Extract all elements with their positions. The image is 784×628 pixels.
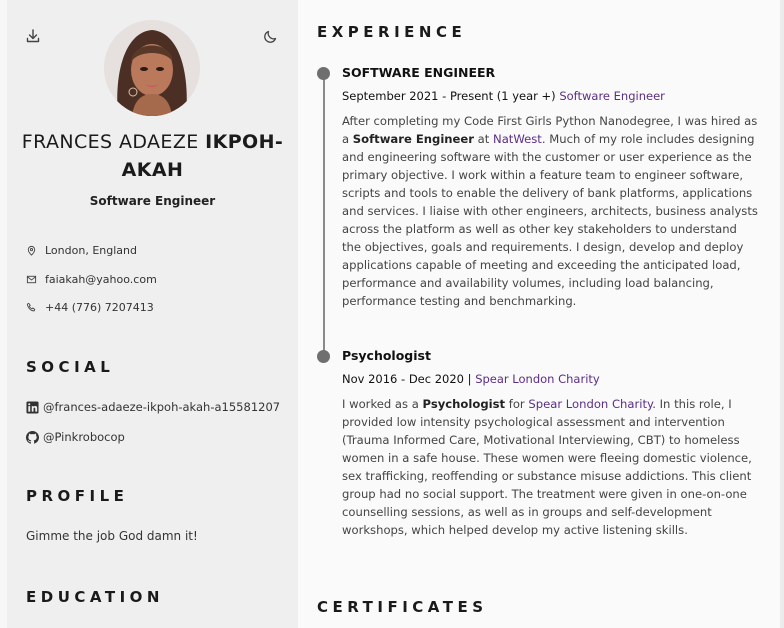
profile-heading: PROFILE xyxy=(26,487,129,505)
mail-icon xyxy=(26,275,37,284)
job-date: September 2021 - Present (1 year +) Soft… xyxy=(342,89,665,103)
contact-email[interactable]: faiakah@yahoo.com xyxy=(26,273,157,286)
desc-text: I worked as a xyxy=(342,397,423,411)
job-date-text: Nov 2016 - Dec 2020 | xyxy=(342,372,472,386)
desc-text: . In this role, I provided low intensity… xyxy=(342,397,752,537)
contact-email-text[interactable]: faiakah@yahoo.com xyxy=(45,273,157,286)
job-description: I worked as a Psychologist for Spear Lon… xyxy=(342,395,758,539)
job-role-link[interactable]: Software Engineer xyxy=(559,89,665,103)
desc-text: at xyxy=(474,132,494,146)
desc-bold: Psychologist xyxy=(422,397,506,411)
location-pin-icon xyxy=(27,245,36,256)
avatar xyxy=(104,20,200,116)
job-title: SOFTWARE ENGINEER xyxy=(342,65,496,80)
contact-location: London, England xyxy=(26,244,137,257)
social-github[interactable]: @Pinkrobocop xyxy=(26,430,125,444)
company-link[interactable]: Spear London Charity xyxy=(528,397,652,411)
job-date-text: September 2021 - Present (1 year +) xyxy=(342,89,556,103)
phone-icon xyxy=(26,302,36,312)
timeline-dot xyxy=(317,67,330,80)
timeline-line xyxy=(323,74,325,359)
sidebar: FRANCES ADAEZE IKPOH-AKAH Software Engin… xyxy=(7,0,298,628)
social-heading: SOCIAL xyxy=(26,358,115,376)
moon-icon[interactable] xyxy=(263,28,279,44)
contact-phone-text[interactable]: +44 (776) 7207413 xyxy=(45,301,154,314)
name-first: FRANCES ADAEZE xyxy=(21,131,199,153)
social-linkedin[interactable]: @frances-adaeze-ikpoh-akah-a15581207 xyxy=(26,400,280,414)
main-content: EXPERIENCE SOFTWARE ENGINEER September 2… xyxy=(298,0,780,628)
contact-phone[interactable]: +44 (776) 7207413 xyxy=(26,301,154,314)
desc-text: . Much of my role includes designing and… xyxy=(342,132,758,308)
job-description: After completing my Code First Girls Pyt… xyxy=(342,112,758,310)
download-icon[interactable] xyxy=(25,28,41,44)
company-link[interactable]: NatWest xyxy=(493,132,542,146)
education-heading: EDUCATION xyxy=(26,588,164,606)
person-name: FRANCES ADAEZE IKPOH-AKAH xyxy=(7,128,298,184)
page-edge xyxy=(780,0,784,628)
company-link[interactable]: Spear London Charity xyxy=(475,372,600,386)
github-icon xyxy=(26,430,39,444)
job-title: Psychologist xyxy=(342,348,431,363)
profile-text: Gimme the job God damn it! xyxy=(26,529,198,543)
job-role: Software Engineer xyxy=(89,194,216,208)
experience-heading: EXPERIENCE xyxy=(317,23,467,41)
timeline-dot xyxy=(317,350,330,363)
linkedin-icon xyxy=(26,400,39,414)
contact-location-text: London, England xyxy=(45,244,137,257)
certificates-heading: CERTIFICATES xyxy=(317,598,488,616)
job-date: Nov 2016 - Dec 2020 | Spear London Chari… xyxy=(342,372,600,386)
desc-text: for xyxy=(505,397,529,411)
social-linkedin-text[interactable]: @frances-adaeze-ikpoh-akah-a15581207 xyxy=(43,400,280,414)
desc-bold: Software Engineer xyxy=(352,132,474,146)
social-github-text[interactable]: @Pinkrobocop xyxy=(43,430,125,444)
